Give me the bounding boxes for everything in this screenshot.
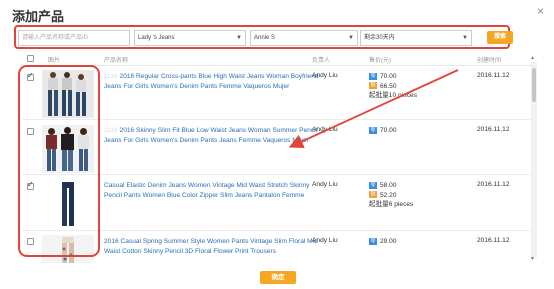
retail-price-icon: 零	[369, 237, 377, 245]
header-image: 图片	[48, 58, 61, 64]
scroll-down-icon[interactable]: ▼	[530, 256, 535, 262]
header-owner: 负责人	[312, 58, 331, 64]
product-name-text: 2016 Skinny Slim Fit Blue Low Waist Jean…	[104, 127, 318, 144]
row-checkbox[interactable]	[27, 71, 34, 81]
select-all-checkbox[interactable]	[27, 55, 34, 62]
created-date: 2016.11.12	[477, 181, 510, 188]
wholesale-price-icon: 批	[369, 191, 377, 199]
vertical-scrollbar[interactable]	[531, 62, 537, 258]
scroll-up-icon[interactable]: ▲	[530, 55, 535, 61]
period-select[interactable]: 剩余30天内 ▼	[360, 30, 472, 46]
scrollbar-thumb[interactable]	[532, 68, 536, 102]
header-date: 创建时间	[477, 58, 502, 64]
header-name: 产品名称	[104, 58, 129, 64]
jeans-photo-icon	[42, 180, 94, 228]
retail-price: 29.00	[380, 238, 397, 245]
moq-text: 起批量10 pieces	[369, 92, 418, 99]
product-name-text: 2016 Regular Cross-pants Blue High Waist…	[104, 73, 319, 90]
retail-price-icon: 零	[369, 72, 377, 80]
retail-price-icon: 零	[369, 181, 377, 189]
confirm-button[interactable]: 确定	[260, 271, 296, 284]
created-date: 2016.11.12	[477, 237, 510, 244]
period-select-value: 剩余30天内	[364, 35, 395, 41]
owner-select[interactable]: Annie S ▼	[250, 30, 358, 46]
product-name-text: 2016 Casual Spring Summer Style Women Pa…	[104, 238, 318, 255]
filter-bar-highlight: 请输入产品名称或产品ID Lady 's Jeans ▼ Annie S ▼ 剩…	[14, 25, 513, 49]
search-button[interactable]: 搜索	[487, 31, 513, 44]
retail-price: 70.00	[380, 73, 397, 80]
add-product-dialog: 添加产品 × 请输入产品名称或产品ID Lady 's Jeans ▼ Anni…	[0, 0, 554, 289]
product-id-blurred: 1116	[104, 73, 118, 80]
wholesale-price: 52.20	[380, 191, 397, 199]
created-date: 2016.11.12	[477, 126, 510, 133]
floral-pants-photo-icon	[42, 235, 94, 263]
product-name-link[interactable]: 2016 Casual Spring Summer Style Women Pa…	[104, 237, 322, 257]
chevron-down-icon: ▼	[348, 35, 354, 41]
price-cell: 零 29.00	[369, 237, 397, 247]
price-cell: 零 58.00 批 52.20 起批量6 pieces	[369, 181, 413, 210]
chevron-down-icon: ▼	[462, 35, 468, 41]
row-checkbox[interactable]	[27, 180, 34, 190]
owner-select-value: Annie S	[254, 35, 276, 41]
jeans-photo-icon	[42, 70, 94, 118]
table-row[interactable]: 1116 2016 Regular Cross-pants Blue High …	[22, 68, 534, 120]
product-name-link[interactable]: 1116 2016 Regular Cross-pants Blue High …	[104, 72, 322, 92]
product-name-link[interactable]: Casual Elastic Denim Jeans Women Vintage…	[104, 181, 322, 201]
retail-price-icon: 零	[369, 126, 377, 134]
category-select-value: Lady 's Jeans	[138, 35, 175, 41]
category-select[interactable]: Lady 's Jeans ▼	[134, 30, 246, 46]
table-header: 图片 产品名称 负责人 售价(元) 创建时间	[22, 52, 534, 66]
wholesale-price: 66.50	[380, 82, 397, 90]
chevron-down-icon: ▼	[236, 35, 242, 41]
product-thumbnail	[42, 180, 94, 228]
owner-name: Andy Liu	[312, 237, 338, 244]
owner-name: Andy Liu	[312, 126, 338, 133]
product-name-link[interactable]: 1116 2016 Skinny Slim Fit Blue Low Waist…	[104, 126, 322, 146]
retail-price: 58.00	[380, 182, 397, 189]
created-date: 2016.11.12	[477, 72, 510, 79]
table-row[interactable]: 1116 2016 Skinny Slim Fit Blue Low Waist…	[22, 122, 534, 175]
product-name-text: Casual Elastic Denim Jeans Women Vintage…	[104, 182, 310, 199]
table-row[interactable]: 2016 Casual Spring Summer Style Women Pa…	[22, 233, 534, 263]
header-price: 售价(元)	[369, 58, 391, 64]
close-icon[interactable]: ×	[537, 4, 544, 18]
owner-name: Andy Liu	[312, 72, 338, 79]
product-thumbnail	[42, 125, 94, 173]
retail-price: 70.00	[380, 127, 397, 134]
product-thumbnail	[42, 235, 94, 263]
owner-name: Andy Liu	[312, 181, 338, 188]
product-thumbnail	[42, 70, 94, 118]
jeans-photo-icon	[42, 125, 94, 173]
moq-text: 起批量6 pieces	[369, 201, 414, 208]
table-row[interactable]: Casual Elastic Denim Jeans Women Vintage…	[22, 177, 534, 231]
row-checkbox[interactable]	[27, 238, 34, 245]
price-cell: 零 70.00	[369, 126, 397, 136]
wholesale-price-icon: 批	[369, 82, 377, 90]
product-id-blurred: 1116	[104, 127, 118, 134]
price-cell: 零 70.00 批 66.50 起批量10 pieces	[369, 72, 417, 101]
dialog-title: 添加产品	[12, 10, 65, 25]
row-checkbox[interactable]	[27, 128, 34, 135]
search-input[interactable]: 请输入产品名称或产品ID	[18, 30, 130, 46]
